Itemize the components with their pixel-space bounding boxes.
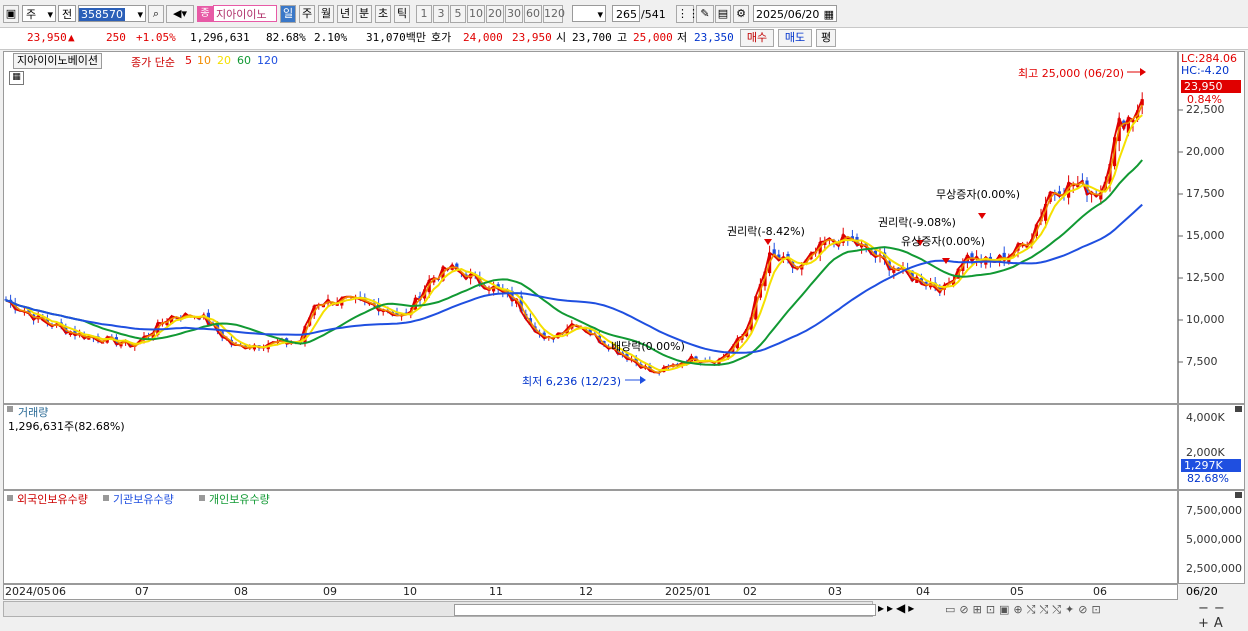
volume-badge: 1,297K bbox=[1181, 459, 1241, 472]
price-tick-5: 10,000 bbox=[1186, 313, 1225, 326]
panel-marker-icon bbox=[7, 406, 13, 412]
horizontal-scrollbar[interactable] bbox=[3, 601, 876, 617]
event-bonus-issue: 무상증자(0.00%) bbox=[936, 188, 1021, 201]
vol-tick-4000k: 4,000K bbox=[1186, 411, 1225, 424]
x-label-10: 03 bbox=[828, 585, 842, 598]
event-dividend: 배당락(0.00%) bbox=[611, 340, 685, 353]
hc-value: HC:-4.20 bbox=[1181, 64, 1230, 77]
volume-chart-area[interactable] bbox=[3, 404, 1178, 490]
x-label-0: 2024/05 bbox=[5, 585, 51, 598]
event-marker-3 bbox=[978, 213, 986, 219]
low-arrow-head bbox=[640, 376, 646, 384]
event-rights-1: 권리락(-8.42%) bbox=[727, 225, 805, 238]
high-annotation: 최고 25,000 (06/20) bbox=[1018, 67, 1125, 80]
price-badge: 23,950 bbox=[1181, 80, 1241, 93]
scroll-nav-icons[interactable]: ▸▸◀▸ bbox=[878, 601, 917, 615]
price-tick-6: 7,500 bbox=[1186, 355, 1218, 368]
zoom-icons[interactable]: −−+A bbox=[1198, 601, 1248, 631]
x-label-8: 2025/01 bbox=[665, 585, 711, 598]
x-label-11: 04 bbox=[916, 585, 930, 598]
price-tick-2: 17,500 bbox=[1186, 187, 1225, 200]
event-marker-0 bbox=[764, 239, 772, 245]
x-label-4: 09 bbox=[323, 585, 337, 598]
chart-tool-icons[interactable]: ▭⊘⊞⊡▣⊕⤭⤭⤭✦⊘⊡ bbox=[945, 603, 1105, 617]
legend-marker-icon bbox=[7, 495, 13, 501]
event-paid-increase: 유상증자(0.00%) bbox=[901, 235, 986, 248]
price-tick-3: 15,000 bbox=[1186, 229, 1225, 242]
holdings-legend-2: 개인보유수량 bbox=[209, 493, 270, 506]
x-axis-end-date: 06/20 bbox=[1186, 585, 1218, 598]
x-label-3: 08 bbox=[234, 585, 248, 598]
hold-tick-5000000: 5,000,000 bbox=[1186, 533, 1242, 546]
holdings-legend-1: 기관보유수량 bbox=[113, 493, 174, 506]
x-label-5: 10 bbox=[403, 585, 417, 598]
x-label-2: 07 bbox=[135, 585, 149, 598]
low-annotation: 최저 6,236 (12/23) bbox=[522, 375, 622, 388]
legend-marker-icon bbox=[199, 495, 205, 501]
volume-info: 1,296,631주(82.68%) bbox=[8, 420, 125, 433]
price-tick-4: 12,500 bbox=[1186, 271, 1225, 284]
hold-tick-7500000: 7,500,000 bbox=[1186, 504, 1242, 517]
event-rights-2: 권리락(-9.08%) bbox=[878, 216, 956, 229]
x-label-7: 12 bbox=[579, 585, 593, 598]
holdings-legend-0: 외국인보유수량 bbox=[17, 493, 88, 506]
vol-tick-2000k: 2,000K bbox=[1186, 446, 1225, 459]
panel-close-icon[interactable] bbox=[1235, 492, 1242, 498]
hold-tick-2500000: 2,500,000 bbox=[1186, 562, 1242, 575]
holdings-chart-area[interactable] bbox=[3, 490, 1178, 584]
x-label-9: 02 bbox=[743, 585, 757, 598]
price-tick-0: 22,500 bbox=[1186, 103, 1225, 116]
x-label-13: 06 bbox=[1093, 585, 1107, 598]
panel-close-icon[interactable] bbox=[1235, 406, 1242, 412]
x-label-1: 06 bbox=[52, 585, 66, 598]
x-label-6: 11 bbox=[489, 585, 503, 598]
legend-marker-icon bbox=[103, 495, 109, 501]
volume-badge-pct: 82.68% bbox=[1187, 472, 1229, 485]
x-label-12: 05 bbox=[1010, 585, 1024, 598]
price-tick-1: 20,000 bbox=[1186, 145, 1225, 158]
scrollbar-thumb[interactable] bbox=[454, 604, 876, 616]
high-arrow-head bbox=[1140, 68, 1146, 76]
